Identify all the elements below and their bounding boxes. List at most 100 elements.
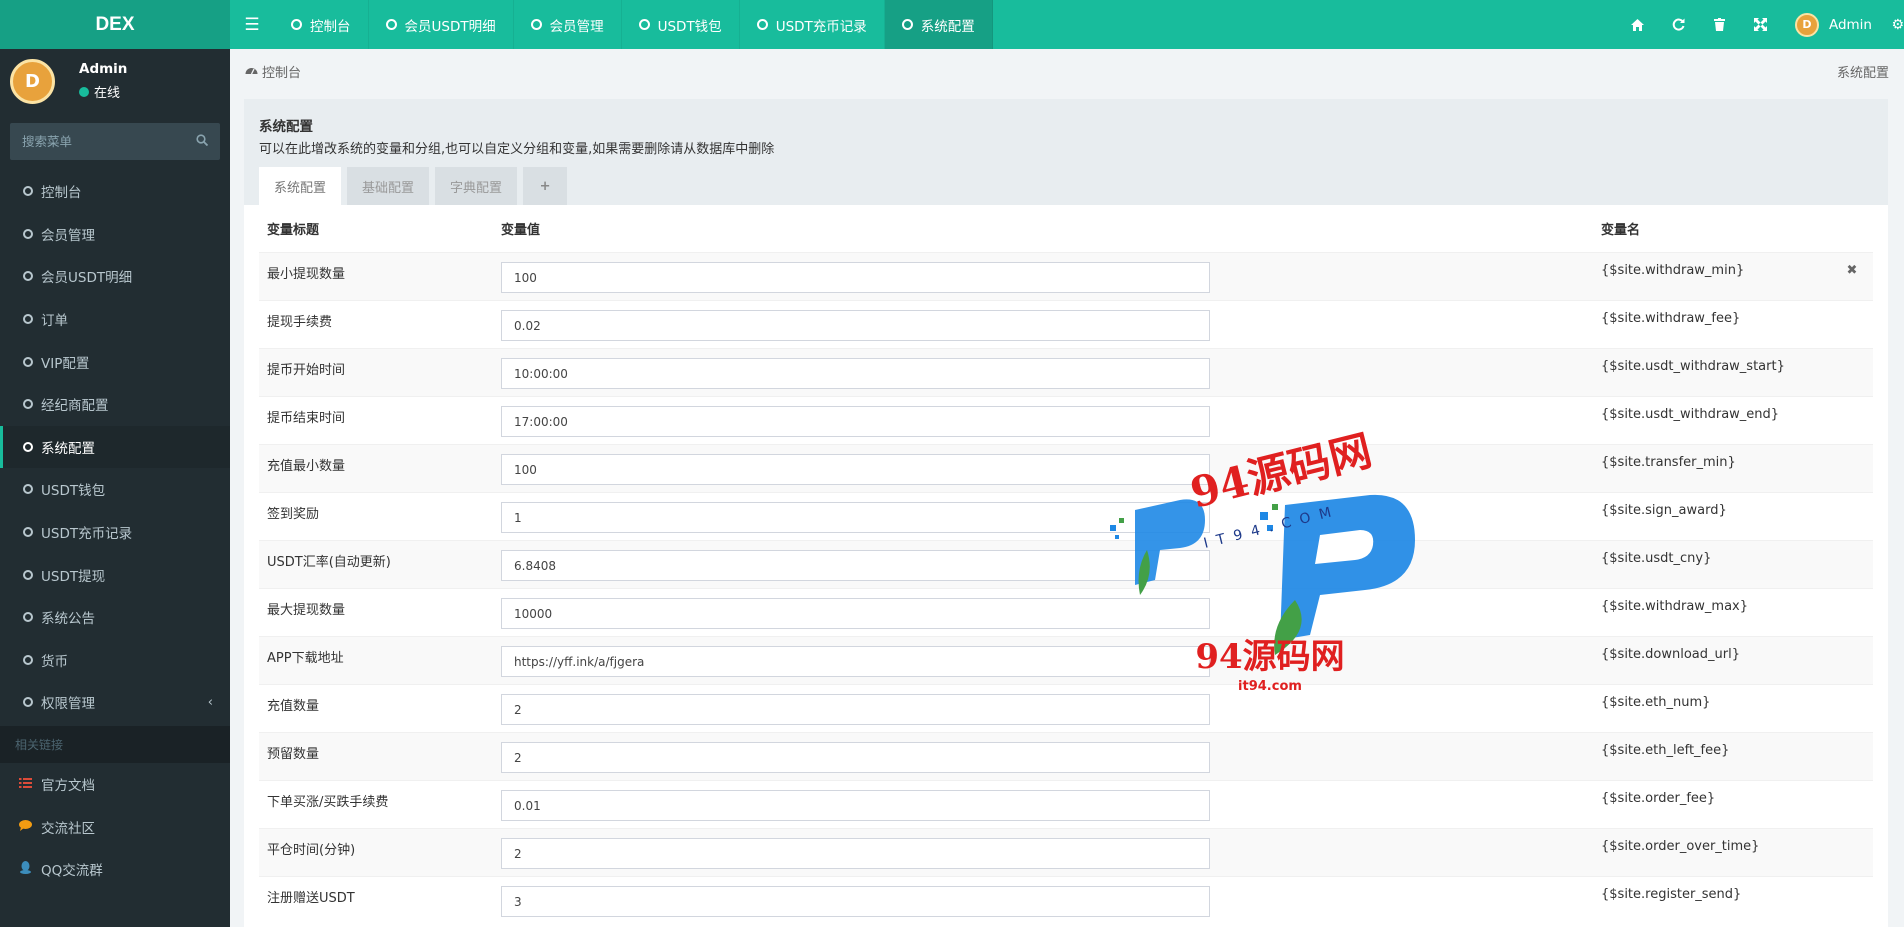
table-row: 下单买涨/买跌手续费 {$site.order_fee} xyxy=(259,780,1873,828)
row-value-input[interactable] xyxy=(501,742,1210,773)
nav-tab-members[interactable]: 会员管理 xyxy=(514,0,622,49)
sidebar-item-dashboard[interactable]: 控制台 xyxy=(0,170,230,213)
panel-heading: 系统配置 可以在此增改系统的变量和分组,也可以自定义分组和变量,如果需要删除请从… xyxy=(244,99,1888,205)
row-value-input[interactable] xyxy=(501,502,1210,533)
nav-tab-system-config[interactable]: 系统配置 xyxy=(884,0,993,49)
circle-icon xyxy=(23,186,33,197)
row-var-name: {$site.order_fee} xyxy=(1601,791,1716,806)
tab-system-config[interactable]: 系统配置 xyxy=(259,167,342,205)
config-panel: 系统配置 可以在此增改系统的变量和分组,也可以自定义分组和变量,如果需要删除请从… xyxy=(244,99,1888,927)
table-row: 平仓时间(分钟) {$site.order_over_time} xyxy=(259,828,1873,876)
circle-icon xyxy=(23,271,33,282)
row-title: 签到奖励 xyxy=(267,507,320,522)
home-icon[interactable] xyxy=(1617,0,1658,49)
row-value-input[interactable] xyxy=(501,454,1210,485)
sidebar-item-permissions[interactable]: 权限管理 ‹ xyxy=(0,681,230,724)
nav-tab-member-usdt[interactable]: 会员USDT明细 xyxy=(369,0,514,49)
sidebar-link-qq[interactable]: QQ交流群 xyxy=(0,848,230,891)
sidebar-item-label: 系统公告 xyxy=(41,611,95,628)
row-var-name: {$site.withdraw_max} xyxy=(1601,599,1749,614)
nav-tab-dashboard[interactable]: 控制台 xyxy=(274,0,369,49)
gears-icon[interactable]: ⚙ xyxy=(1884,0,1904,49)
row-value-input[interactable] xyxy=(501,886,1210,917)
tab-basic-config[interactable]: 基础配置 xyxy=(347,167,430,205)
table-row: USDT汇率(自动更新) {$site.usdt_cny} xyxy=(259,540,1873,588)
table-row: 充值数量 {$site.eth_num} xyxy=(259,684,1873,732)
circle-icon xyxy=(23,228,33,239)
add-tab-button[interactable]: + xyxy=(523,167,568,205)
sidebar-item-members[interactable]: 会员管理 xyxy=(0,213,230,256)
row-value-input[interactable] xyxy=(501,262,1210,293)
menu-toggle-icon[interactable]: ☰ xyxy=(230,0,274,49)
refresh-icon[interactable] xyxy=(1658,0,1699,49)
row-title: 最小提现数量 xyxy=(267,267,346,282)
row-var-name: {$site.usdt_withdraw_start} xyxy=(1601,359,1785,374)
app-logo[interactable]: DEX xyxy=(0,0,230,49)
sidebar-item-member-usdt[interactable]: 会员USDT明细 xyxy=(0,255,230,298)
delete-icon[interactable]: ✖ xyxy=(1831,253,1873,278)
sidebar-item-label: 控制台 xyxy=(41,185,82,202)
row-value-input[interactable] xyxy=(501,598,1210,629)
row-var-name: {$site.eth_left_fee} xyxy=(1601,743,1730,758)
table-row: 最小提现数量 {$site.withdraw_min} ✖ xyxy=(259,252,1873,300)
sidebar-item-announcements[interactable]: 系统公告 xyxy=(0,596,230,639)
sidebar-menu: 控制台 会员管理 会员USDT明细 订单 VIP配置 经纪商配置 系统配置 US… xyxy=(0,170,230,724)
sidebar-item-broker[interactable]: 经纪商配置 xyxy=(0,383,230,426)
row-value-input[interactable] xyxy=(501,790,1210,821)
nav-tab-usdt-wallet[interactable]: USDT钱包 xyxy=(622,0,740,49)
table-row: APP下载地址 {$site.download_url} xyxy=(259,636,1873,684)
top-right-tools: D Admin ⚙ xyxy=(1617,0,1904,49)
sidebar-item-usdt-wallet[interactable]: USDT钱包 xyxy=(0,468,230,511)
circle-icon xyxy=(23,654,33,665)
row-title: 充值最小数量 xyxy=(267,459,346,474)
breadcrumb-home[interactable]: 控制台 xyxy=(262,62,301,81)
row-title: 下单买涨/买跌手续费 xyxy=(267,795,389,810)
breadcrumb-current: 系统配置 xyxy=(1836,65,1889,81)
sidebar-item-system-config[interactable]: 系统配置 xyxy=(0,425,230,469)
sidebar-link-label: 交流社区 xyxy=(41,820,95,837)
sidebar-item-label: 系统配置 xyxy=(41,440,95,457)
row-value-input[interactable] xyxy=(501,694,1210,725)
config-tabs: 系统配置 基础配置 字典配置 + xyxy=(259,167,573,205)
row-value-input[interactable] xyxy=(501,550,1210,581)
fullscreen-icon[interactable] xyxy=(1740,0,1781,49)
trash-icon[interactable] xyxy=(1699,0,1740,49)
sidebar-item-vip[interactable]: VIP配置 xyxy=(0,340,230,383)
nav-tab-label: 会员管理 xyxy=(549,18,604,35)
sidebar-item-label: USDT钱包 xyxy=(41,483,106,500)
user-status: 在线 xyxy=(79,82,127,101)
sidebar-link-community[interactable]: 交流社区 xyxy=(0,805,230,848)
row-value-input[interactable] xyxy=(501,838,1210,869)
tab-dict-config[interactable]: 字典配置 xyxy=(435,167,518,205)
sidebar-item-label: 权限管理 xyxy=(41,696,95,713)
row-title: 最大提现数量 xyxy=(267,603,346,618)
circle-icon xyxy=(23,569,33,580)
table-row: 提币开始时间 {$site.usdt_withdraw_start} xyxy=(259,348,1873,396)
row-title: 预留数量 xyxy=(267,747,320,762)
row-value-input[interactable] xyxy=(501,358,1210,389)
circle-icon xyxy=(291,19,302,30)
sidebar-item-orders[interactable]: 订单 xyxy=(0,298,230,341)
sidebar-item-usdt-deposits[interactable]: USDT充币记录 xyxy=(0,511,230,554)
row-title: 提币开始时间 xyxy=(267,363,346,378)
status-label: 在线 xyxy=(94,86,121,101)
sidebar-link-docs[interactable]: 官方文档 xyxy=(0,763,230,806)
menu-search-input[interactable] xyxy=(22,134,196,149)
sidebar-item-label: 会员USDT明细 xyxy=(41,270,133,287)
circle-icon xyxy=(23,612,33,623)
circle-icon xyxy=(385,19,397,30)
row-value-input[interactable] xyxy=(501,310,1210,341)
sidebar-item-label: VIP配置 xyxy=(41,355,90,372)
row-value-input[interactable] xyxy=(501,646,1210,677)
table-row: 提币结束时间 {$site.usdt_withdraw_end} xyxy=(259,396,1873,444)
sidebar-item-usdt-withdraw[interactable]: USDT提现 xyxy=(0,553,230,596)
table-row: 注册赠送USDT {$site.register_send} xyxy=(259,876,1873,924)
row-value-input[interactable] xyxy=(501,406,1210,437)
column-header-title: 变量标题 xyxy=(267,223,320,238)
circle-icon xyxy=(23,441,33,452)
nav-tab-usdt-deposits[interactable]: USDT充币记录 xyxy=(740,0,885,49)
sidebar-item-currency[interactable]: 货币 xyxy=(0,639,230,682)
search-icon[interactable] xyxy=(196,133,209,150)
online-dot-icon xyxy=(79,86,89,97)
user-menu[interactable]: D Admin xyxy=(1781,12,1884,37)
